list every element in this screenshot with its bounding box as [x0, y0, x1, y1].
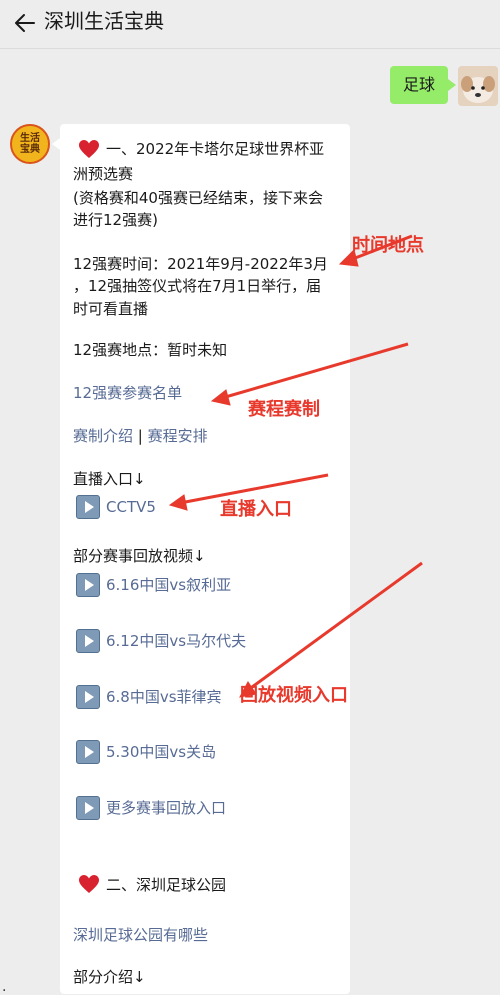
section1-title-cont: 洲预选赛	[73, 165, 134, 183]
bot-avatar-label: 生活 宝典	[20, 133, 40, 155]
more-replays-link[interactable]: 更多赛事回放入口	[106, 797, 226, 819]
heart-icon	[79, 140, 99, 158]
dog-photo-icon	[458, 66, 498, 106]
intro-heading: 部分介绍↓	[73, 968, 146, 986]
section1-title: 一、2022年卡塔尔足球世界杯亚	[106, 140, 325, 158]
separator: |	[133, 427, 148, 445]
play-icon[interactable]	[76, 796, 100, 820]
chat-title: 深圳生活宝典	[44, 9, 164, 33]
section2-title: 二、深圳足球公园	[106, 876, 227, 894]
user-avatar[interactable]	[458, 66, 498, 106]
replay-link-3[interactable]: 6.8中国vs菲律宾	[106, 686, 222, 708]
play-icon[interactable]	[76, 685, 100, 709]
parks-link[interactable]: 深圳足球公园有哪些	[73, 924, 208, 946]
user-message-bubble[interactable]: 足球	[390, 66, 456, 104]
play-icon[interactable]	[76, 573, 100, 597]
annotation-time-place: 时间地点	[352, 235, 424, 256]
annotation-replay-entry: 回放视频入口	[240, 685, 348, 706]
cctv5-link[interactable]: CCTV5	[106, 496, 156, 518]
footer-dot: .	[2, 979, 7, 995]
replay-link-4[interactable]: 5.30中国vs关岛	[106, 741, 216, 763]
live-heading: 直播入口↓	[73, 470, 146, 488]
heart-icon	[79, 875, 99, 893]
section1-note: (资格赛和40强赛已经结束，接下来会	[73, 189, 323, 207]
time-text-cont: ，12强抽签仪式将在7月1日举行，届	[73, 277, 322, 295]
annotation-live-entry: 直播入口	[220, 499, 292, 520]
rules-link[interactable]: 赛制介绍	[73, 427, 133, 445]
top-bar: 深圳生活宝典	[0, 0, 500, 49]
time-text: 12强赛时间：2021年9月-2022年3月	[73, 255, 328, 273]
replay-heading: 部分赛事回放视频↓	[73, 547, 206, 565]
play-icon[interactable]	[76, 629, 100, 653]
annotation-schedule-format: 赛程赛制	[248, 399, 320, 420]
section1-note-cont: 进行12强赛)	[73, 211, 158, 229]
replay-link-2[interactable]: 6.12中国vs马尔代夫	[106, 630, 246, 652]
play-icon[interactable]	[76, 495, 100, 519]
play-icon[interactable]	[76, 740, 100, 764]
time-text-cont2: 时可看直播	[73, 300, 149, 318]
bot-avatar[interactable]: 生活 宝典	[10, 124, 50, 164]
roster-link[interactable]: 12强赛参赛名单	[73, 382, 182, 404]
venue-text: 12强赛地点：暂时未知	[73, 341, 228, 359]
replay-link-1[interactable]: 6.16中国vs叙利亚	[106, 574, 231, 596]
rules-schedule-row: 赛制介绍 | 赛程安排	[73, 425, 208, 447]
schedule-link[interactable]: 赛程安排	[148, 427, 208, 445]
back-arrow-icon[interactable]	[12, 10, 38, 36]
